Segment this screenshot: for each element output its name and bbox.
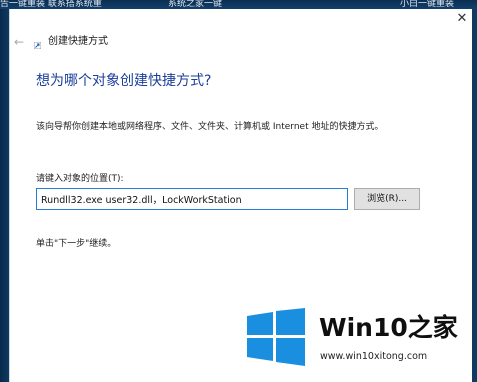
site-watermark: Win10之家 www.win10xitong.com bbox=[237, 302, 472, 382]
wizard-description: 该向导帮你创建本地或网络程序、文件、文件夹、计算机或 Internet 地址的快… bbox=[36, 122, 384, 132]
location-input[interactable] bbox=[36, 188, 348, 210]
back-button[interactable]: ← bbox=[12, 35, 26, 49]
close-icon: ✕ bbox=[456, 11, 468, 26]
desktop-label: 系统之家一键 bbox=[168, 0, 223, 9]
desktop-label: 告一键重装 联系搭系统重 bbox=[0, 0, 102, 9]
brand-suffix: 之家 bbox=[407, 313, 458, 342]
watermark-url: www.win10xitong.com bbox=[320, 351, 428, 362]
windows-logo-icon bbox=[247, 308, 305, 366]
location-label: 请键入对象的位置(T): bbox=[36, 174, 124, 184]
shortcut-arrow-icon bbox=[34, 42, 41, 49]
page-heading: 想为哪个对象创建快捷方式? bbox=[36, 73, 212, 89]
watermark-brand: Win10之家 bbox=[319, 313, 458, 343]
brand-prefix: Win10 bbox=[319, 313, 408, 342]
desktop-background-right bbox=[472, 9, 477, 382]
desktop-label: 小白一键重装 bbox=[400, 0, 455, 9]
next-step-hint: 单击"下一步"继续。 bbox=[36, 239, 117, 249]
wizard-title: 创建快捷方式 bbox=[48, 36, 108, 47]
close-button[interactable]: ✕ bbox=[452, 11, 472, 27]
browse-button[interactable]: 浏览(R)... bbox=[354, 188, 420, 210]
back-arrow-icon: ← bbox=[13, 35, 25, 49]
desktop-taskbar-strip: 告一键重装 联系搭系统重 系统之家一键 小白一键重装 bbox=[0, 0, 477, 9]
desktop-background-left bbox=[0, 9, 9, 382]
